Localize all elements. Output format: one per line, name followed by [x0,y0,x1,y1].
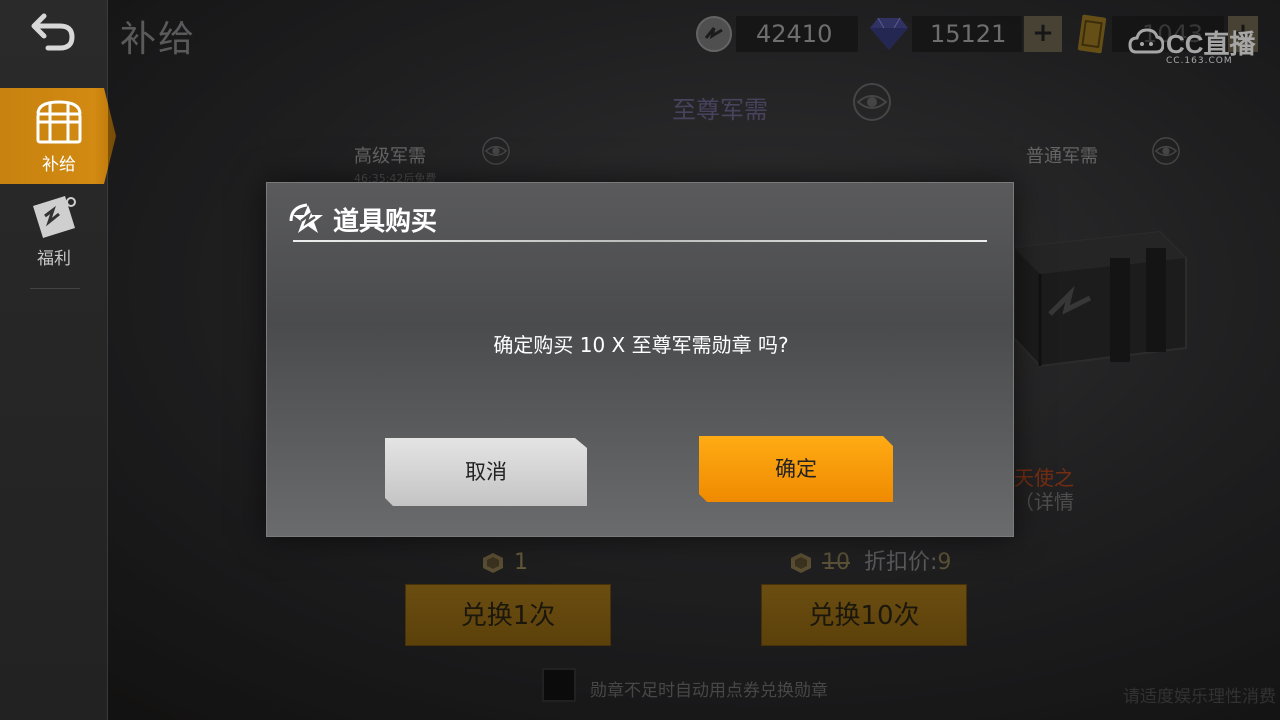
back-button[interactable] [28,10,80,54]
sidebar-item-supply[interactable]: 补给 [0,88,116,184]
title-divider [293,240,987,242]
game-logo-icon [289,203,323,233]
cancel-button[interactable]: 取消 [385,438,587,506]
dialog-message: 确定购买 10 X 至尊军需勋章 吗? [493,333,789,357]
sidebar-item-welfare[interactable]: 福利 [0,190,108,286]
back-arrow-icon [31,13,75,51]
purchase-dialog: 道具购买 确定购买 10 X 至尊军需勋章 吗? 取消 确定 [266,182,1014,537]
ticket-icon [33,196,76,238]
sidebar-item-label: 补给 [42,155,76,175]
chest-icon [36,100,82,144]
sidebar-item-label: 福利 [37,249,71,269]
dialog-title: 道具购买 [333,207,438,237]
divider [30,288,80,289]
sidebar: 补给 福利 [0,0,116,720]
confirm-button[interactable]: 确定 [699,436,893,502]
